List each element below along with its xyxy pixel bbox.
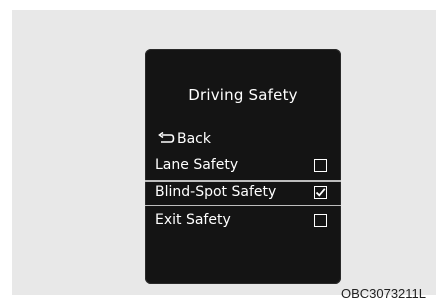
cluster-display: Driving Safety Back Lane Safety Blind-Sp… (145, 49, 341, 284)
menu-item-lane-safety[interactable]: Lane Safety (145, 153, 341, 179)
menu-item-label: Blind-Spot Safety (155, 184, 277, 200)
back-label: Back (177, 131, 211, 147)
menu-item-label: Exit Safety (155, 212, 231, 228)
figure-code: OBC3073211L (340, 286, 426, 301)
menu-item-exit-safety[interactable]: Exit Safety (145, 208, 341, 234)
figure-panel: Driving Safety Back Lane Safety Blind-Sp… (12, 10, 436, 301)
screen-title: Driving Safety (188, 86, 298, 104)
exit-safety-checkbox[interactable] (314, 214, 327, 227)
lane-safety-checkbox[interactable] (314, 159, 327, 172)
back-arrow-icon (157, 131, 175, 146)
menu-item-label: Lane Safety (155, 157, 239, 173)
blind-spot-safety-checkbox[interactable] (314, 186, 327, 199)
checkmark-icon (315, 188, 326, 197)
menu-item-blind-spot-safety[interactable]: Blind-Spot Safety (145, 180, 341, 206)
back-button[interactable]: Back (157, 129, 211, 149)
